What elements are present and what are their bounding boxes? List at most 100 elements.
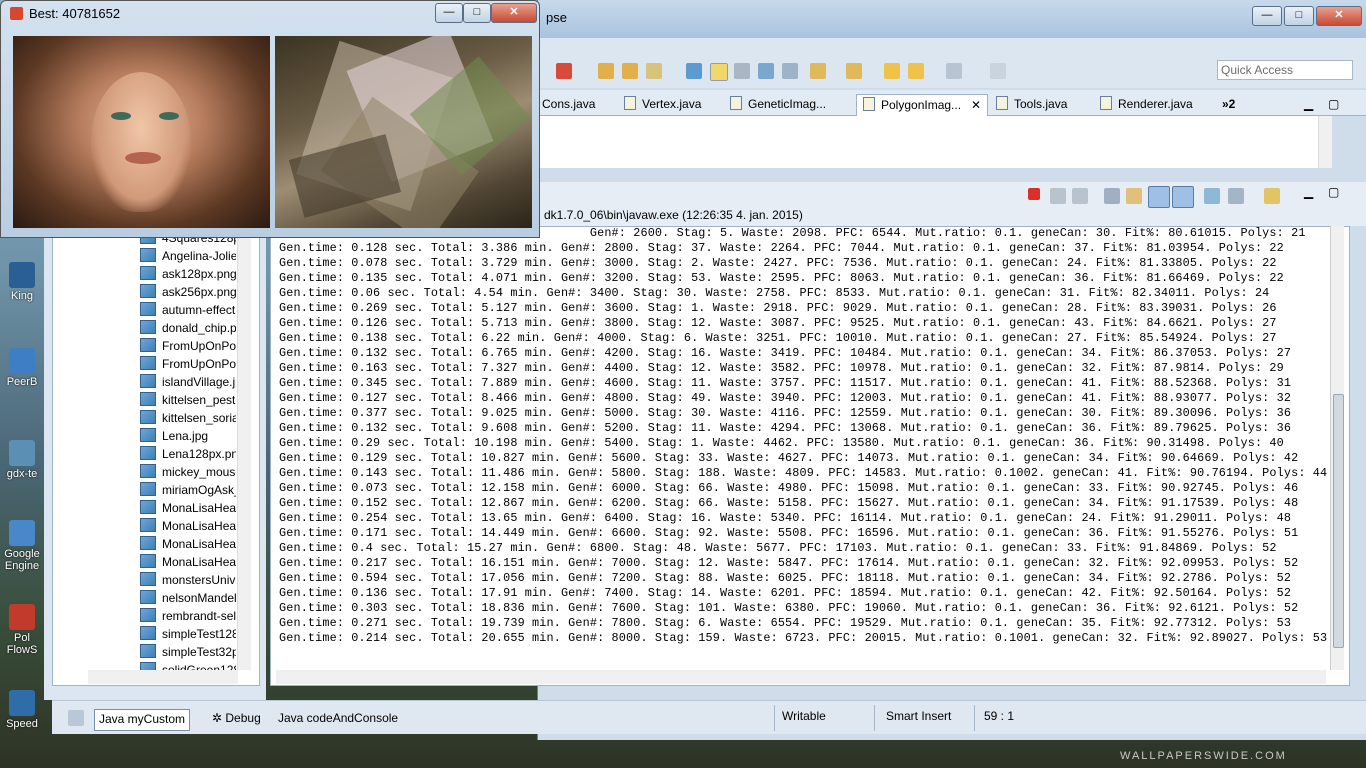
file-item[interactable]: MonaLisaHead [140, 500, 236, 515]
desktop-icon-peerb[interactable]: PeerB [0, 348, 44, 388]
close-tab-icon[interactable]: ✕ [971, 98, 981, 112]
tab-label: Cons.java [542, 97, 596, 111]
paragraph-icon[interactable] [782, 63, 798, 79]
file-label: kittelsen_soria [162, 411, 236, 425]
perspective-java-mycustom[interactable]: Java myCustom [94, 709, 191, 731]
file-item[interactable]: Angelina-Jolie_ [140, 248, 236, 263]
show-stdout-icon[interactable] [1148, 186, 1170, 208]
image-maximize-button[interactable]: □ [463, 3, 491, 23]
desktop-icon-king[interactable]: King [0, 262, 44, 302]
desktop-icon-google-engine[interactable]: Google Engine [0, 520, 44, 572]
file-item[interactable]: nelsonMandel [140, 590, 236, 605]
minimize-view-icon[interactable]: ▁ [1304, 94, 1313, 116]
console-horizontal-scrollbar[interactable] [276, 670, 1326, 684]
back-arrow-icon[interactable] [908, 63, 924, 79]
editor-scrollbar[interactable] [1318, 116, 1332, 168]
image-file-icon [140, 338, 156, 352]
file-item[interactable]: ask256px.png [140, 284, 236, 299]
menu-bar [538, 38, 1366, 56]
pin-console-icon[interactable] [1204, 188, 1220, 204]
image-file-icon [140, 626, 156, 640]
scrollbar-thumb[interactable] [1333, 394, 1344, 648]
file-item[interactable]: simpleTest32p [140, 644, 236, 659]
explorer-vertical-scrollbar[interactable] [237, 232, 251, 670]
tab-geneticimage[interactable]: GeneticImag... [730, 94, 826, 116]
file-item[interactable]: FromUpOnPop [140, 338, 236, 353]
file-item[interactable]: FromUpOnPop [140, 356, 236, 371]
open-type-icon[interactable] [622, 63, 638, 79]
polygon-approximation [275, 36, 532, 228]
next-annotation-icon[interactable] [810, 63, 826, 79]
desktop-icon-pol[interactable]: Pol FlowS [0, 604, 44, 656]
perspective-debug[interactable]: ✲ Debug [212, 709, 261, 729]
open-folder-icon[interactable] [598, 63, 614, 79]
maximize-view-icon[interactable]: ▢ [1328, 94, 1339, 116]
forward-arrow-icon[interactable] [946, 63, 962, 79]
console-line: Gen.time: 0.269 sec. Total: 5.127 min. G… [279, 301, 1277, 315]
tab-tools[interactable]: Tools.java [996, 94, 1067, 116]
file-item[interactable]: rembrandt-sel [140, 608, 236, 623]
tab-cons[interactable]: Cons.java [542, 94, 595, 116]
quick-access-input[interactable]: Quick Access [1217, 60, 1353, 80]
desktop-icon-speed[interactable]: Speed [0, 690, 44, 730]
minimize-console-icon[interactable]: ▁ [1304, 182, 1313, 204]
remove-launch-icon[interactable] [1050, 188, 1066, 204]
edit-icon[interactable] [646, 63, 662, 79]
file-item[interactable]: autumn-effect [140, 302, 236, 317]
tab-vertex[interactable]: Vertex.java [624, 94, 701, 116]
file-item[interactable]: ask128px.png [140, 266, 236, 281]
open-console-icon[interactable] [1264, 188, 1280, 204]
tabs-overflow-button[interactable]: »2 [1222, 94, 1235, 116]
open-perspective-icon[interactable] [68, 710, 84, 726]
run-icon[interactable] [556, 63, 572, 79]
highlight-icon[interactable] [710, 63, 728, 81]
block-icon[interactable] [758, 63, 774, 79]
file-item[interactable]: Lena.jpg [140, 428, 236, 443]
back-icon[interactable] [884, 63, 900, 79]
explorer-horizontal-scrollbar[interactable] [88, 670, 238, 684]
file-item[interactable]: MonaLisaHead [140, 554, 236, 569]
console-vertical-scrollbar[interactable] [1330, 226, 1344, 670]
tab-renderer[interactable]: Renderer.java [1100, 94, 1193, 116]
file-item[interactable]: kittelsen_soria [140, 410, 236, 425]
prev-annotation-icon[interactable] [846, 63, 862, 79]
display-console-icon[interactable] [1228, 188, 1244, 204]
maximize-console-icon[interactable]: ▢ [1328, 182, 1339, 204]
image-close-button[interactable]: ✕ [491, 3, 537, 23]
file-item[interactable]: mickey_mouse [140, 464, 236, 479]
file-label: MonaLisaHead [162, 555, 236, 569]
file-item[interactable]: islandVillage.jp [140, 374, 236, 389]
pin-icon[interactable] [990, 63, 1006, 79]
image-file-icon [140, 266, 156, 280]
java-file-icon [863, 97, 875, 111]
file-item[interactable]: simpleTest128 [140, 626, 236, 641]
file-item[interactable]: MonaLisaHead [140, 536, 236, 551]
perspective-java-codeandconsole[interactable]: Java codeAndConsole [278, 709, 398, 729]
search-icon[interactable] [686, 63, 702, 79]
maximize-button[interactable]: □ [1284, 6, 1314, 26]
status-divider [774, 705, 775, 731]
show-stderr-icon[interactable] [1172, 186, 1194, 208]
image-file-icon [140, 608, 156, 622]
image-minimize-button[interactable]: — [435, 3, 463, 23]
desktop-icon-gdx[interactable]: gdx-te [0, 440, 44, 480]
file-item[interactable]: monstersUnive [140, 572, 236, 587]
file-label: Lena128px.png [162, 447, 236, 461]
file-item[interactable]: Lena128px.png [140, 446, 236, 461]
file-item[interactable]: donald_chip.p [140, 320, 236, 335]
editor-area[interactable] [538, 116, 1318, 168]
file-item[interactable]: kittelsen_pesta [140, 392, 236, 407]
image-file-icon [140, 428, 156, 442]
image-file-icon [140, 590, 156, 604]
terminate-icon[interactable] [1028, 188, 1040, 200]
toggle-icon[interactable] [734, 63, 750, 79]
remove-all-icon[interactable] [1072, 188, 1088, 204]
file-item[interactable]: MonaLisaHead [140, 518, 236, 533]
writable-status: Writable [782, 709, 826, 723]
close-button[interactable]: ✕ [1316, 6, 1362, 26]
clear-console-icon[interactable] [1104, 188, 1120, 204]
file-item[interactable]: miriamOgAsk_ [140, 482, 236, 497]
minimize-button[interactable]: — [1252, 6, 1282, 26]
tab-polygonimage[interactable]: PolygonImag... ✕ [856, 94, 989, 117]
scroll-lock-icon[interactable] [1126, 188, 1142, 204]
